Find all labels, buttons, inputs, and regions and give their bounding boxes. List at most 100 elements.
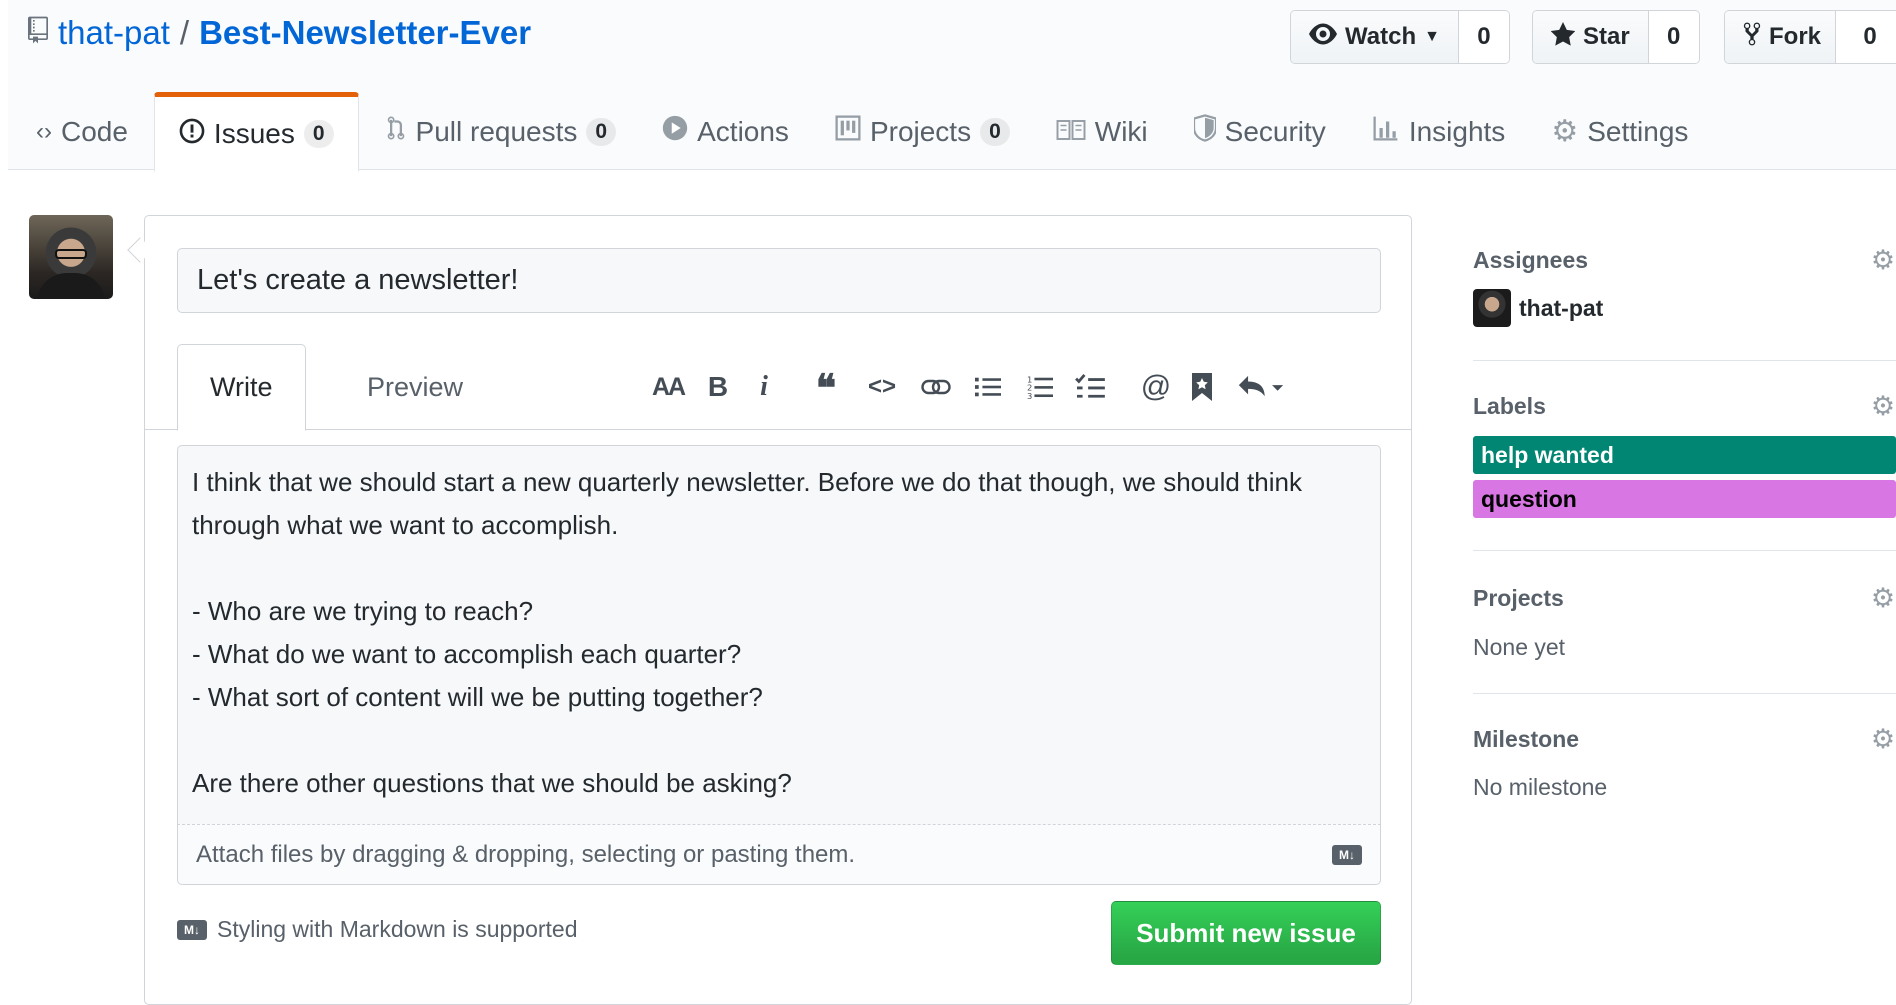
star-button[interactable]: Star xyxy=(1533,11,1649,63)
tab-label: Pull requests xyxy=(415,115,578,147)
svg-text:3: 3 xyxy=(1027,391,1032,400)
sidebar-milestone[interactable]: Milestone ⚙ No milestone xyxy=(1473,694,1896,824)
markdown-icon: M↓ xyxy=(1332,844,1362,865)
tab-issues[interactable]: Issues 0 xyxy=(153,92,359,172)
shield-icon xyxy=(1192,114,1217,149)
tab-label: Settings xyxy=(1587,115,1689,147)
reply-icon[interactable] xyxy=(1233,366,1289,408)
header-text-button[interactable]: AA xyxy=(647,366,689,408)
gear-icon[interactable]: ⚙ xyxy=(1870,393,1896,420)
issue-title-input[interactable]: Let's create a newsletter! xyxy=(177,248,1381,313)
issue-icon xyxy=(179,118,205,151)
task-list-icon[interactable] xyxy=(1069,366,1111,408)
graph-icon xyxy=(1372,115,1400,148)
fork-button[interactable]: Fork xyxy=(1725,11,1837,63)
tab-wiki[interactable]: Wiki xyxy=(1036,92,1168,171)
submit-new-issue-button[interactable]: Submit new issue xyxy=(1111,901,1381,965)
repo-separator: / xyxy=(179,14,190,51)
mention-button[interactable]: @ xyxy=(1135,366,1177,408)
sidebar-projects[interactable]: Projects ⚙ None yet xyxy=(1473,551,1896,694)
tab-label: Actions xyxy=(697,115,789,147)
assignees-heading: Assignees xyxy=(1473,247,1589,273)
repo-header: that-pat / Best-Newsletter-Ever Watch ▼ … xyxy=(8,0,1896,172)
tab-label: Insights xyxy=(1408,115,1506,147)
watch-button-group: Watch ▼ 0 xyxy=(1290,10,1510,64)
avatar-shirt xyxy=(37,273,105,299)
milestone-value: No milestone xyxy=(1473,774,1608,800)
book-icon xyxy=(1056,116,1086,148)
assignee-name: that-pat xyxy=(1519,294,1604,321)
tab-label: Code xyxy=(60,115,128,147)
repo-nav-tabs: ‹› Code Issues 0 Pull requests 0 Actions xyxy=(16,92,1714,172)
attach-files-bar[interactable]: Attach files by dragging & dropping, sel… xyxy=(177,824,1381,885)
tab-settings[interactable]: ⚙ Settings xyxy=(1531,92,1708,171)
tab-actions[interactable]: Actions xyxy=(642,92,809,171)
tab-security[interactable]: Security xyxy=(1174,92,1346,171)
play-icon xyxy=(662,115,688,148)
pull-request-icon xyxy=(385,115,407,148)
sidebar-labels[interactable]: Labels ⚙ help wanted question xyxy=(1473,361,1896,551)
user-avatar[interactable] xyxy=(29,215,113,299)
repo-title: that-pat / Best-Newsletter-Ever xyxy=(28,14,531,52)
gear-icon[interactable]: ⚙ xyxy=(1870,726,1896,753)
tab-label: Projects xyxy=(869,115,972,147)
projects-value: None yet xyxy=(1473,634,1566,660)
tab-insights[interactable]: Insights xyxy=(1352,92,1526,171)
markdown-note-text: Styling with Markdown is supported xyxy=(217,916,578,942)
markdown-note[interactable]: M↓ Styling with Markdown is supported xyxy=(177,916,578,943)
tab-label: Issues xyxy=(213,118,295,149)
labels-heading: Labels xyxy=(1473,393,1546,419)
italic-button[interactable]: i xyxy=(743,366,785,408)
tab-label: Security xyxy=(1224,115,1326,147)
star-count[interactable]: 0 xyxy=(1648,11,1699,63)
repo-icon xyxy=(28,14,48,52)
fork-label: Fork xyxy=(1769,23,1822,50)
avatar-glasses xyxy=(55,249,87,259)
gear-icon[interactable]: ⚙ xyxy=(1870,247,1896,274)
tab-preview[interactable]: Preview xyxy=(335,344,495,430)
watch-button[interactable]: Watch ▼ xyxy=(1291,11,1459,63)
gear-icon[interactable]: ⚙ xyxy=(1870,585,1896,612)
tab-write[interactable]: Write xyxy=(177,344,306,431)
markdown-icon: M↓ xyxy=(177,919,207,940)
fork-count[interactable]: 0 xyxy=(1836,11,1896,63)
tab-pull-requests[interactable]: Pull requests 0 xyxy=(365,92,637,171)
link-icon[interactable] xyxy=(915,366,957,408)
quote-button[interactable]: ❝ xyxy=(805,365,847,410)
tab-count: 0 xyxy=(586,117,617,146)
assignee-item[interactable]: that-pat xyxy=(1473,289,1896,327)
label-help-wanted[interactable]: help wanted xyxy=(1473,436,1896,474)
repo-name-link[interactable]: Best-Newsletter-Ever xyxy=(199,14,531,52)
watch-count[interactable]: 0 xyxy=(1458,11,1509,63)
bold-button[interactable]: B xyxy=(697,366,739,408)
gear-icon: ⚙ xyxy=(1551,115,1579,148)
tab-label: Wiki xyxy=(1094,115,1148,147)
chevron-down-icon: ▼ xyxy=(1424,28,1440,45)
issue-body-textarea[interactable]: I think that we should start a new quart… xyxy=(177,445,1381,840)
fork-icon xyxy=(1743,21,1761,54)
tab-projects[interactable]: Projects 0 xyxy=(815,92,1030,171)
star-button-group: Star 0 xyxy=(1532,10,1700,64)
attach-hint: Attach files by dragging & dropping, sel… xyxy=(196,840,856,868)
code-icon: ‹› xyxy=(36,117,52,145)
eye-icon xyxy=(1309,23,1337,52)
bulleted-list-icon[interactable] xyxy=(967,366,1009,408)
star-icon xyxy=(1550,21,1576,53)
bookmark-icon[interactable] xyxy=(1181,366,1223,408)
tab-count: 0 xyxy=(980,117,1010,146)
projects-heading: Projects xyxy=(1473,585,1564,611)
milestone-heading: Milestone xyxy=(1473,726,1580,752)
repo-owner-link[interactable]: that-pat xyxy=(58,14,170,52)
project-icon xyxy=(835,115,861,148)
watch-label: Watch xyxy=(1345,23,1417,50)
label-question[interactable]: question xyxy=(1473,480,1896,518)
code-button[interactable]: <> xyxy=(861,366,903,408)
avatar xyxy=(1473,289,1511,327)
tab-code[interactable]: ‹› Code xyxy=(16,92,148,171)
new-issue-form: Let's create a newsletter! Write Preview… xyxy=(144,215,1412,1005)
sidebar-assignees[interactable]: Assignees ⚙ that-pat xyxy=(1473,235,1896,361)
numbered-list-icon[interactable]: 123 xyxy=(1019,366,1061,408)
editor-tab-bar: Write Preview AA B i ❝ <> 123 @ xyxy=(145,344,1411,431)
tab-count: 0 xyxy=(303,120,334,148)
fork-button-group: Fork 0 xyxy=(1724,10,1896,64)
